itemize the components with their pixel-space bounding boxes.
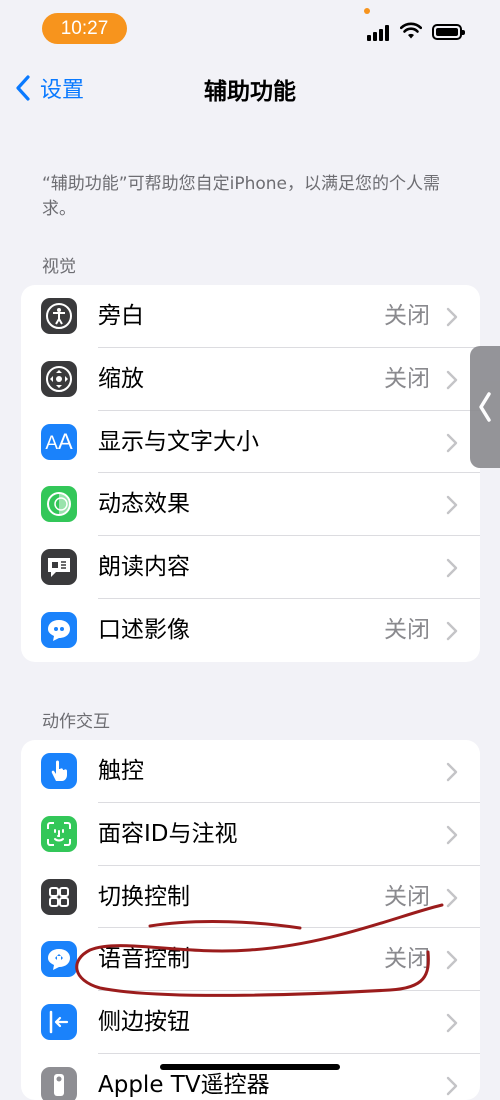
- chevron-right-icon: [446, 762, 458, 782]
- section-header-vision: 视觉: [42, 257, 76, 277]
- chevron-right-icon: [446, 1013, 458, 1033]
- face-id-icon: [41, 815, 77, 852]
- voiceover-icon: [41, 298, 77, 334]
- chevron-left-icon: [479, 392, 491, 422]
- status-time: 10:27: [42, 13, 127, 44]
- audio-description-icon: [41, 611, 77, 648]
- switch-control-icon: [41, 878, 77, 915]
- chevron-right-icon: [446, 558, 458, 578]
- chevron-right-icon: [446, 433, 458, 452]
- row-label: Apple TV遥控器: [98, 1071, 270, 1098]
- section-header-physical-motor: 动作交互: [42, 712, 110, 732]
- row-audio-descriptions[interactable]: 口述影像 关闭: [21, 599, 480, 662]
- apple-tv-remote-icon: [41, 1066, 77, 1100]
- row-value: 关闭: [384, 303, 430, 329]
- row-apple-tv-remote[interactable]: Apple TV遥控器: [21, 1054, 480, 1100]
- voice-control-icon: [41, 941, 77, 978]
- row-label: 面容ID与注视: [98, 820, 238, 847]
- row-value: 关闭: [384, 365, 430, 392]
- chevron-right-icon: [446, 307, 458, 327]
- chevron-right-icon: [446, 496, 458, 515]
- row-label: 显示与文字大小: [98, 428, 259, 455]
- assistive-touch-tab[interactable]: [470, 346, 500, 468]
- row-voiceover[interactable]: 旁白 关闭: [21, 285, 480, 348]
- touch-icon: [41, 753, 77, 789]
- row-side-button[interactable]: 侧边按钮: [21, 991, 480, 1054]
- chevron-right-icon: [446, 825, 458, 844]
- chevron-right-icon: [446, 951, 458, 970]
- interaction-settings-group: 触控 面容ID与注视 切换控制 关闭 语音控制 关闭 侧边按钮 Apple TV…: [21, 740, 480, 1100]
- row-label: 朗读内容: [98, 554, 190, 581]
- side-button-icon: [41, 1004, 77, 1041]
- spoken-content-icon: [41, 549, 77, 586]
- row-display-text-size[interactable]: AA 显示与文字大小: [21, 411, 480, 474]
- vision-settings-group: 旁白 关闭 缩放 关闭 AA 显示与文字大小 动态效果 朗读内容 口述影像 关闭: [21, 285, 480, 662]
- motion-icon: [41, 486, 77, 523]
- row-label: 语音控制: [98, 946, 190, 973]
- row-switch-control[interactable]: 切换控制 关闭: [21, 866, 480, 929]
- row-label: 触控: [98, 758, 144, 784]
- row-label: 侧边按钮: [98, 1009, 190, 1036]
- row-face-id-attention[interactable]: 面容ID与注视: [21, 803, 480, 866]
- row-label: 切换控制: [98, 883, 190, 910]
- privacy-indicator-dot: [364, 8, 370, 14]
- text-size-icon: AA: [41, 423, 77, 460]
- page-title: 辅助功能: [204, 79, 296, 105]
- status-bar: 10:27: [0, 0, 500, 58]
- row-label: 旁白: [98, 303, 144, 329]
- page-description: “辅助功能”可帮助您自定iPhone，以满足您的个人需求。: [42, 174, 440, 219]
- row-zoom[interactable]: 缩放 关闭: [21, 348, 480, 411]
- chevron-right-icon: [446, 621, 458, 641]
- row-label: 口述影像: [98, 616, 190, 643]
- battery-icon: [432, 24, 465, 40]
- row-label: 动态效果: [98, 491, 190, 518]
- row-value: 关闭: [384, 616, 430, 643]
- zoom-icon: [41, 360, 77, 397]
- home-indicator: [160, 1064, 340, 1070]
- row-touch[interactable]: 触控: [21, 740, 480, 803]
- row-value: 关闭: [384, 946, 430, 973]
- row-voice-control[interactable]: 语音控制 关闭: [21, 928, 480, 992]
- row-motion[interactable]: 动态效果: [21, 473, 480, 537]
- chevron-right-icon: [446, 1076, 458, 1096]
- row-spoken-content[interactable]: 朗读内容: [21, 536, 480, 599]
- row-value: 关闭: [384, 883, 430, 910]
- cellular-signal-icon: [367, 25, 393, 41]
- chevron-right-icon: [446, 370, 458, 389]
- chevron-right-icon: [446, 888, 458, 907]
- row-label: 缩放: [98, 365, 144, 392]
- wifi-icon: [400, 22, 422, 39]
